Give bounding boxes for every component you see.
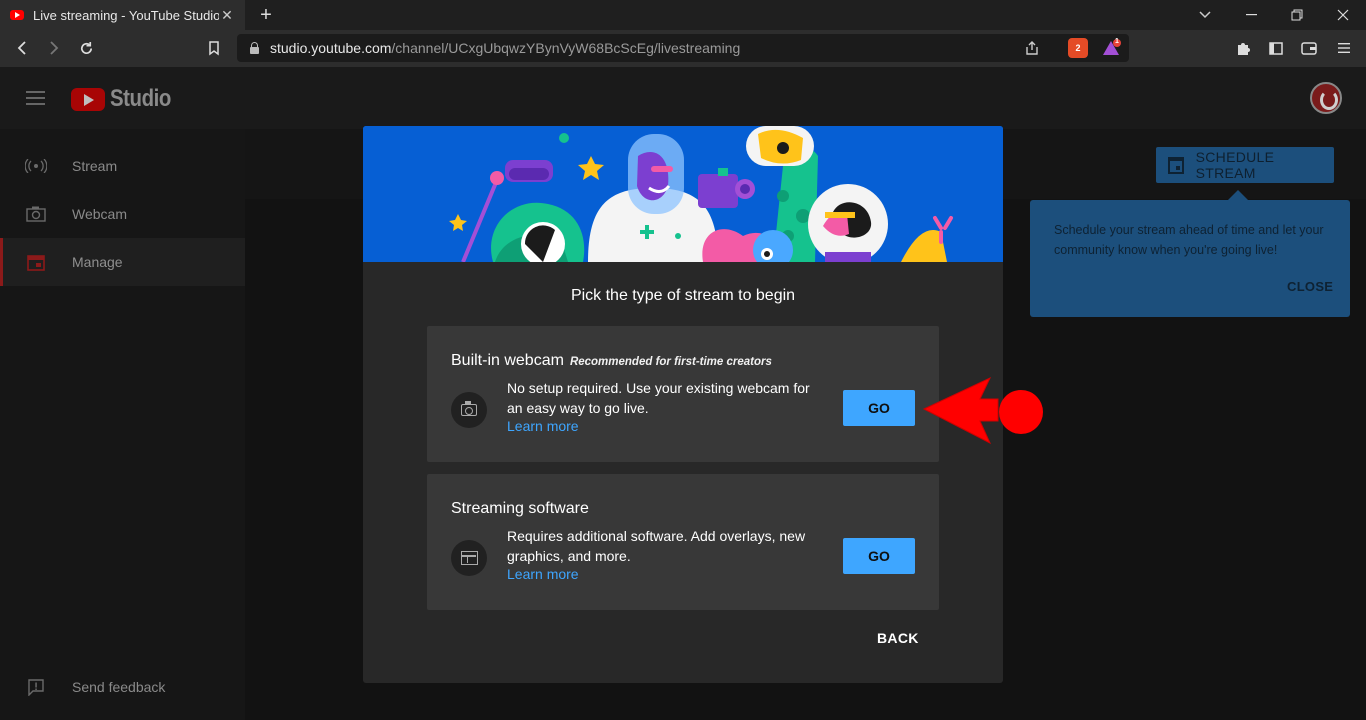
sidebar-item-webcam[interactable]: Webcam <box>0 190 245 238</box>
tooltip-close-button[interactable]: CLOSE <box>1287 279 1333 294</box>
new-tab-button[interactable]: + <box>257 3 275 27</box>
learn-more-link[interactable]: Learn more <box>507 418 579 434</box>
schedule-stream-button[interactable]: SCHEDULE STREAM <box>1156 147 1334 183</box>
option-title: Built-in webcam Recommended for first-tim… <box>451 352 772 370</box>
feedback-icon <box>25 676 47 698</box>
tooltip-text: Schedule your stream ahead of time and l… <box>1054 223 1324 257</box>
youtube-favicon-icon <box>10 10 24 20</box>
sidebar-panel-icon[interactable] <box>1266 38 1286 58</box>
schedule-tooltip: Schedule your stream ahead of time and l… <box>1030 190 1350 317</box>
rewards-badge: 1 <box>1115 38 1119 45</box>
account-avatar[interactable] <box>1310 82 1342 114</box>
calendar-icon <box>25 251 47 273</box>
creators-illustration-icon <box>363 126 1003 262</box>
studio-header: Studio <box>0 67 1366 129</box>
back-arrow-icon[interactable] <box>12 38 32 58</box>
reload-icon[interactable] <box>76 38 96 58</box>
screen: Live streaming - YouTube Studio ✕ + stud… <box>0 0 1366 720</box>
schedule-stream-label: SCHEDULE STREAM <box>1195 149 1275 181</box>
browser-tabstrip: Live streaming - YouTube Studio ✕ + <box>0 0 1366 30</box>
wallet-icon[interactable] <box>1299 38 1319 58</box>
minimize-button[interactable] <box>1228 0 1274 30</box>
studio-logo-text[interactable]: Studio <box>110 85 171 113</box>
forward-arrow-icon[interactable] <box>44 38 64 58</box>
sidebar-item-label: Manage <box>72 254 123 270</box>
option-card-software: Streaming software Requires additional s… <box>427 474 939 610</box>
youtube-logo-icon[interactable] <box>71 88 105 111</box>
browser-tab[interactable]: Live streaming - YouTube Studio ✕ <box>0 0 245 30</box>
bookmark-icon[interactable] <box>204 38 224 58</box>
close-window-button[interactable] <box>1320 0 1366 30</box>
brave-rewards-icon[interactable]: 1 <box>1102 38 1122 58</box>
sidebar-item-label: Send feedback <box>72 679 166 695</box>
stream-type-dialog: Pick the type of stream to begin Built-i… <box>363 126 1003 683</box>
recommended-note: Recommended for first-time creators <box>569 356 772 368</box>
sidebar-item-manage[interactable]: Manage <box>0 238 245 286</box>
tab-search-chevron-icon[interactable] <box>1182 0 1228 30</box>
stream-icon <box>25 155 47 177</box>
option-title-text: Streaming software <box>451 500 589 517</box>
share-icon[interactable] <box>1022 38 1042 58</box>
extensions-puzzle-icon[interactable] <box>1234 38 1254 58</box>
url-path: /channel/UCxgUbqwzYBynVyW68BcScEg/livest… <box>391 40 741 56</box>
restore-button[interactable] <box>1274 0 1320 30</box>
address-bar[interactable]: studio.youtube.com/channel/UCxgUbqwzYByn… <box>237 34 1129 62</box>
hamburger-menu-icon[interactable] <box>26 91 45 105</box>
back-button[interactable]: BACK <box>877 630 919 646</box>
sidebar-item-label: Webcam <box>72 206 127 222</box>
left-sidebar: Stream Webcam Manage Send feedback <box>0 129 245 720</box>
dialog-title: Pick the type of stream to begin <box>570 287 796 304</box>
option-title: Streaming software <box>451 500 589 518</box>
learn-more-link[interactable]: Learn more <box>507 566 579 582</box>
tab-close-icon[interactable]: ✕ <box>219 7 235 24</box>
tab-title: Live streaming - YouTube Studio <box>33 7 219 23</box>
software-layout-icon <box>451 540 487 576</box>
menu-icon[interactable] <box>1334 38 1354 58</box>
sidebar-item-label: Stream <box>72 158 118 174</box>
webcam-icon <box>25 203 47 225</box>
lock-icon[interactable] <box>249 42 260 54</box>
url-host: studio.youtube.com <box>270 40 392 56</box>
option-description: Requires additional software. Add overla… <box>507 528 806 564</box>
go-button-webcam[interactable]: GO <box>843 390 915 426</box>
annotation-arrow-icon <box>922 376 1043 445</box>
sidebar-item-send-feedback[interactable]: Send feedback <box>0 663 245 711</box>
hero-illustration <box>363 126 1003 262</box>
brave-shields-icon[interactable]: 2 <box>1068 38 1088 58</box>
software-glyph <box>460 551 478 565</box>
go-button-software[interactable]: GO <box>843 538 915 574</box>
option-description: No setup required. Use your existing web… <box>507 380 810 416</box>
browser-toolbar: studio.youtube.com/channel/UCxgUbqwzYByn… <box>0 30 1366 67</box>
option-card-webcam: Built-in webcam Recommended for first-tim… <box>427 326 939 462</box>
calendar-icon <box>1168 156 1184 174</box>
option-title-text: Built-in webcam <box>451 352 564 369</box>
sidebar-item-stream[interactable]: Stream <box>0 142 245 190</box>
camera-glyph <box>461 401 477 416</box>
camera-icon <box>451 392 487 428</box>
